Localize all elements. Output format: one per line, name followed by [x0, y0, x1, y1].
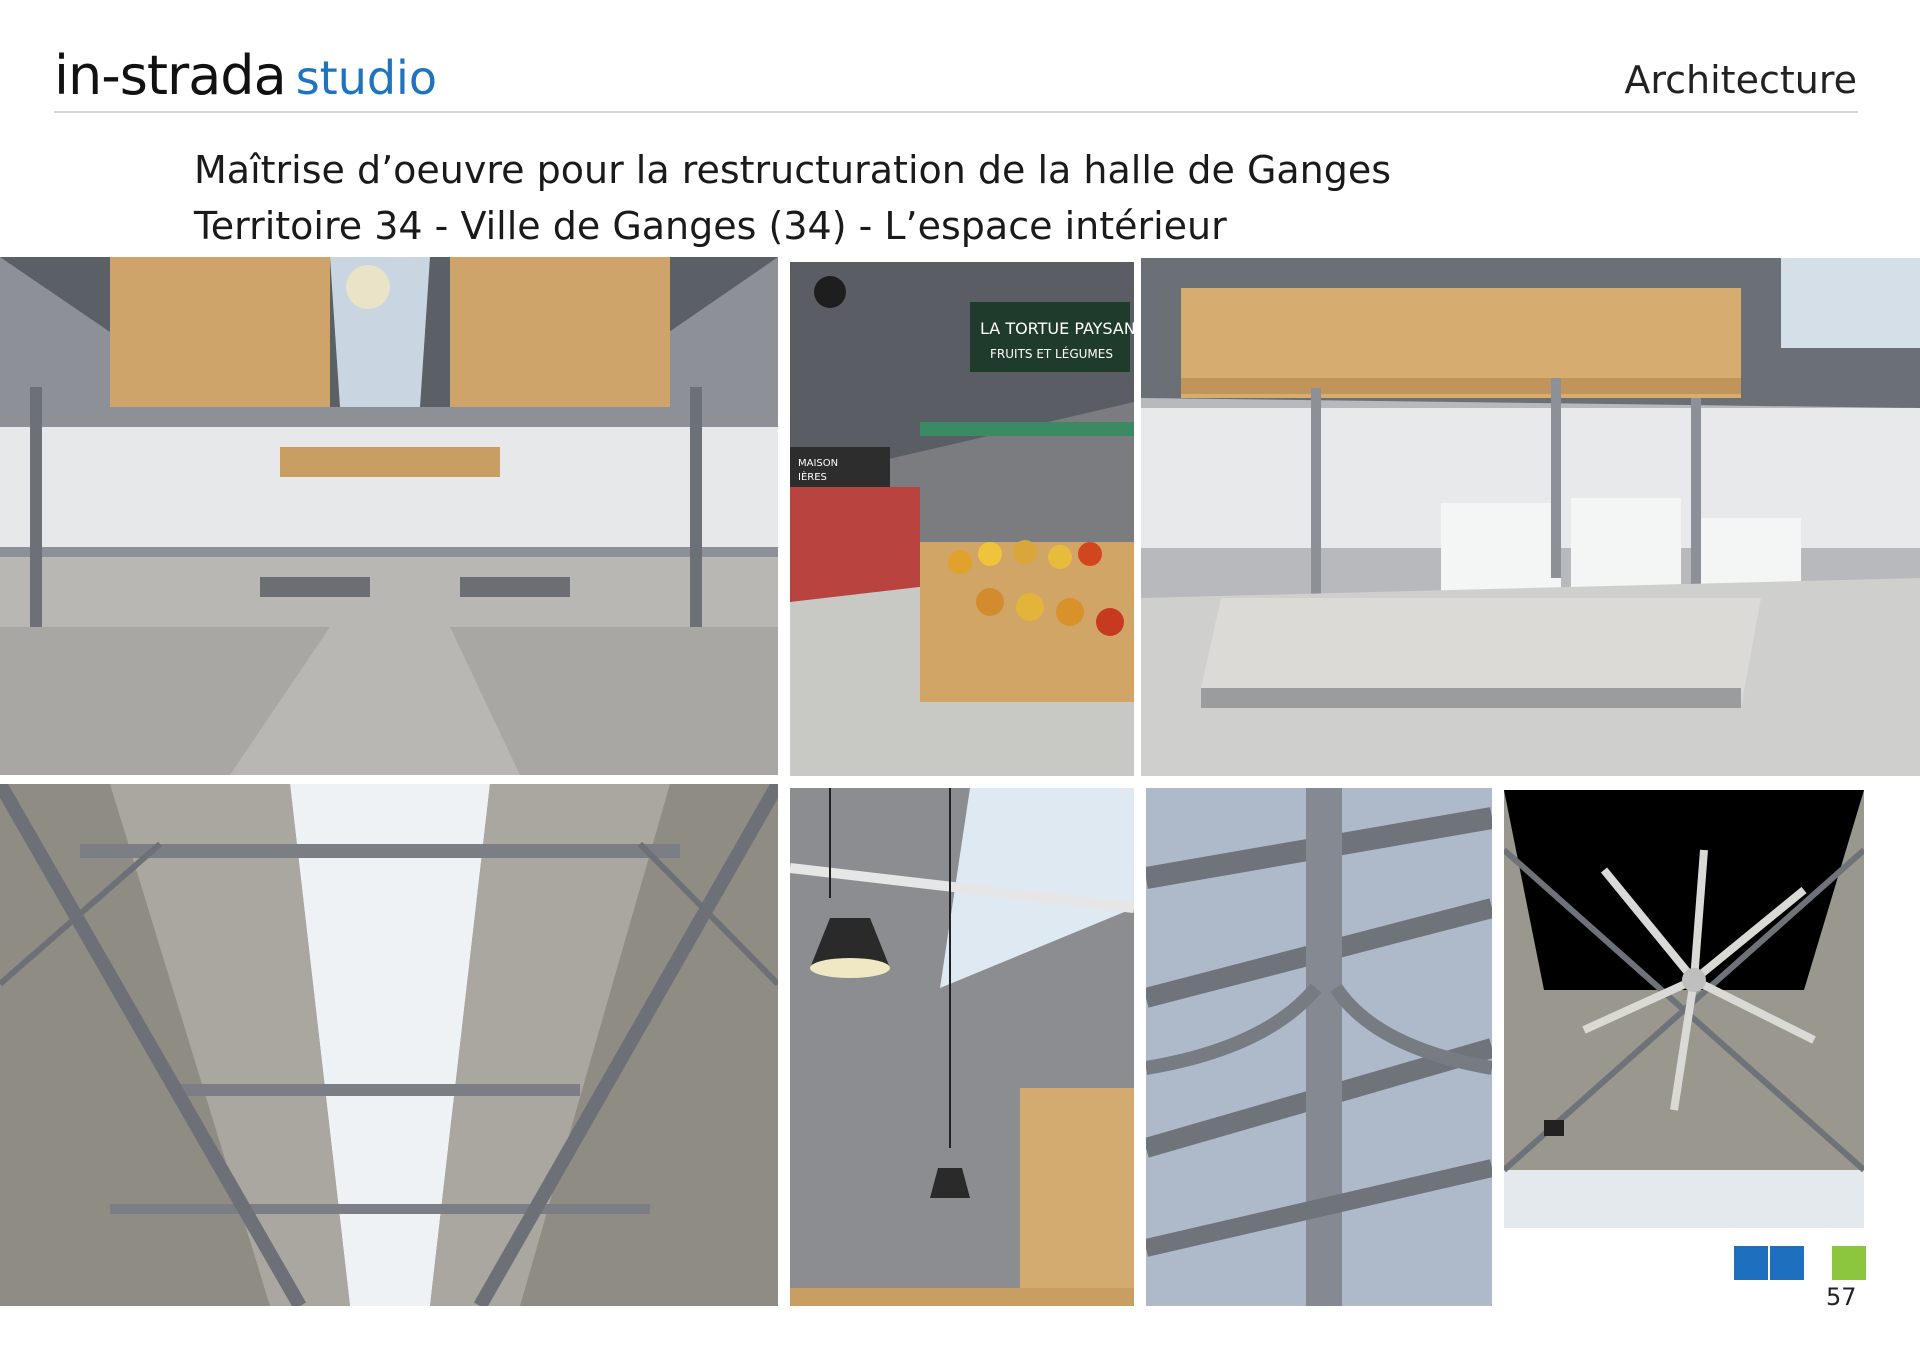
stall-sign-subtext: FRUITS ET LÉGUMES	[990, 346, 1113, 361]
section-label: Architecture	[1624, 58, 1857, 102]
blue-square-1	[1734, 1246, 1768, 1280]
photo-ceiling-fan-roof	[1504, 790, 1864, 1228]
photo-roof-skylight-trusses	[0, 784, 778, 1306]
photo-glazed-roof-detail	[1146, 788, 1492, 1306]
stall-sign-small: MAISON	[798, 458, 838, 469]
header-divider	[54, 111, 1858, 113]
photo-wooden-stall-canopy	[1141, 258, 1920, 776]
brand-logo: in-strada studio	[54, 44, 437, 108]
blue-square-2	[1770, 1246, 1804, 1280]
stall-sign-text: LA TORTUE PAYSANE	[980, 319, 1134, 338]
page-subtitle: Territoire 34 - Ville de Ganges (34) - L…	[194, 204, 1227, 248]
brand-subtitle: studio	[295, 51, 437, 105]
page-number: 57	[1826, 1283, 1857, 1311]
photo-hall-interior-stalls	[0, 257, 778, 775]
photo-market-stall-produce: LA TORTUE PAYSANE FRUITS ET LÉGUMES MAIS…	[790, 262, 1134, 776]
green-square	[1832, 1246, 1866, 1280]
stall-sign-small-2: IÈRES	[798, 470, 827, 483]
photo-pendant-lamps-canopy	[790, 788, 1134, 1306]
brand-name: in-strada	[54, 44, 287, 107]
page-title: Maîtrise d’oeuvre pour la restructuratio…	[194, 148, 1392, 192]
